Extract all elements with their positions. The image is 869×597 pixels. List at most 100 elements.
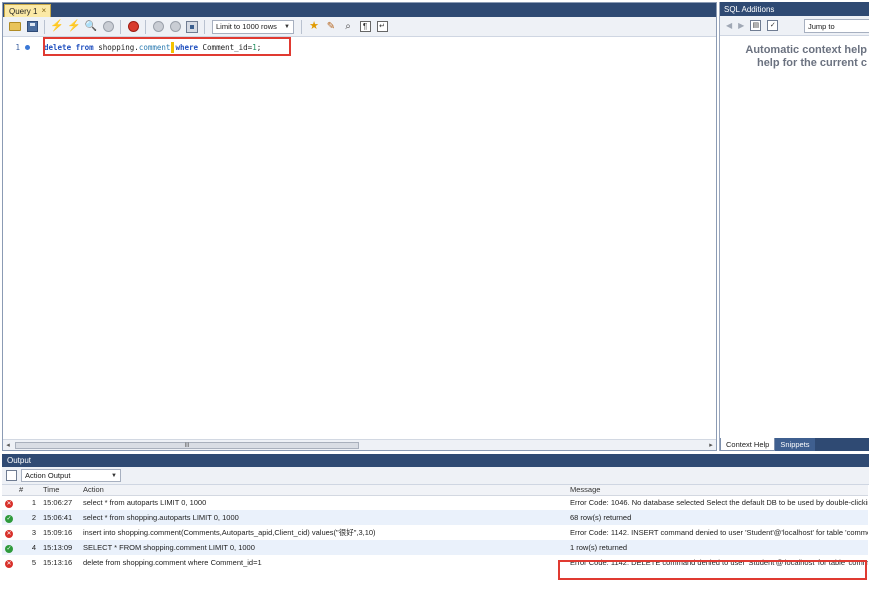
row-number: 3	[31, 528, 36, 537]
toolbar-separator	[44, 19, 45, 34]
stop-icon	[102, 21, 114, 32]
limit-rows-value: Limit to 1000 rows	[216, 22, 277, 31]
table-header-row: # Time Action Message	[2, 485, 868, 496]
table-row[interactable]: ✕ 3 15:09:16 insert into shopping.commen…	[2, 525, 868, 540]
scroll-left-icon[interactable]: ◂	[3, 441, 13, 449]
line-number: 1	[15, 42, 20, 52]
table-row[interactable]: ✓ 2 15:06:41 select * from shopping.auto…	[2, 510, 868, 525]
lightning-cursor-icon: ⚡	[67, 20, 81, 32]
column-header-status	[2, 485, 16, 496]
output-pane: Output Action Output ▼ # Time Action Mes…	[2, 454, 869, 597]
help-text-line-2: help for the current c	[756, 57, 867, 69]
rollback-icon	[169, 21, 181, 32]
editor-horizontal-scrollbar[interactable]: ◂ III ▸	[3, 439, 716, 450]
error-message-highlight-box	[558, 560, 867, 580]
autocommit-icon	[186, 20, 198, 33]
tab-query-1-label: Query 1	[9, 6, 38, 16]
stop-button[interactable]	[100, 19, 116, 35]
output-type-value: Action Output	[25, 471, 71, 480]
row-action: select * from autoparts LIMIT 0, 1000	[83, 498, 207, 508]
save-icon	[26, 21, 38, 32]
sql-additions-toolbar: ◀ ▶ ▤ ✓ Jump to	[720, 16, 869, 36]
column-header-message[interactable]: Message	[567, 485, 868, 496]
search-icon: ⌕	[345, 20, 351, 32]
action-output-table: # Time Action Message ✕ 1 15:06:27 selec…	[2, 485, 868, 570]
output-title: Output	[2, 454, 869, 467]
autocommit-toggle[interactable]	[184, 19, 200, 35]
row-message: 1 row(s) returned	[567, 540, 868, 555]
column-header-time[interactable]: Time	[40, 485, 80, 496]
magnifier-bolt-icon: 🔍	[84, 20, 98, 32]
row-number: 5	[31, 558, 36, 567]
tab-close-icon[interactable]: ×	[41, 7, 46, 15]
limit-rows-select[interactable]: Limit to 1000 rows ▼	[212, 19, 294, 34]
auto-help-icon[interactable]: ✓	[767, 20, 779, 31]
editor-toolbar: ⚡ ⚡ 🔍 Limit to 1000 rows ▼ ★ ✎ ⌕ ¶ ↵	[3, 17, 716, 37]
jump-to-select[interactable]: Jump to	[804, 19, 869, 33]
execute-all-button[interactable]: ⚡	[49, 19, 65, 35]
help-text-line-1: Automatic context help	[745, 44, 867, 56]
row-action: delete from shopping.comment where Comme…	[83, 558, 262, 567]
error-status-icon: ✕	[5, 529, 13, 538]
scrollbar-thumb[interactable]: III	[15, 442, 359, 449]
word-wrap-button[interactable]: ↵	[374, 19, 390, 35]
rollback-button[interactable]	[167, 19, 183, 35]
chevron-down-icon: ▼	[111, 472, 117, 479]
tab-snippets[interactable]: Snippets	[775, 438, 815, 451]
folder-icon	[9, 22, 21, 31]
tab-context-help[interactable]: Context Help	[720, 438, 776, 451]
lightning-icon: ⚡	[50, 20, 64, 32]
output-type-select[interactable]: Action Output ▼	[21, 469, 121, 482]
add-snippet-button[interactable]: ★	[306, 19, 322, 35]
error-status-icon: ✕	[5, 559, 13, 568]
star-icon: ★	[309, 20, 319, 32]
back-arrow-icon[interactable]: ◀	[726, 21, 732, 30]
table-row[interactable]: ✓ 4 15:13:09 SELECT * FROM shopping.comm…	[2, 540, 868, 555]
toolbar-separator	[145, 19, 146, 34]
row-message: Error Code: 1142. INSERT command denied …	[570, 528, 868, 537]
row-time: 15:13:09	[40, 540, 80, 555]
context-help-message: Automatic context help help for the curr…	[727, 44, 867, 70]
row-message: 68 row(s) returned	[567, 510, 868, 525]
row-time: 15:09:16	[43, 528, 73, 537]
open-script-button[interactable]	[7, 19, 23, 35]
sql-additions-pane: SQL Additions ◀ ▶ ▤ ✓ Jump to Automatic …	[719, 2, 869, 451]
explain-button[interactable]: 🔍	[83, 19, 99, 35]
success-status-icon: ✓	[5, 514, 13, 523]
row-time: 15:06:27	[43, 498, 73, 508]
row-action: select * from shopping.autoparts LIMIT 0…	[80, 510, 567, 525]
row-action: SELECT * FROM shopping.comment LIMIT 0, …	[80, 540, 567, 555]
commit-button[interactable]	[150, 19, 166, 35]
statement-marker-icon	[25, 44, 30, 50]
editor-tab-strip: Query 1 ×	[3, 3, 716, 17]
manual-help-icon[interactable]: ▤	[750, 20, 762, 31]
column-header-number[interactable]: #	[16, 485, 40, 496]
toolbar-separator	[301, 19, 302, 34]
find-button[interactable]: ⌕	[340, 19, 356, 35]
commit-icon	[152, 21, 164, 32]
stop-on-error-button[interactable]	[125, 19, 141, 35]
tab-query-1[interactable]: Query 1 ×	[4, 4, 52, 17]
scroll-right-icon[interactable]: ▸	[706, 441, 716, 449]
table-row[interactable]: ✕ 1 15:06:27 select * from autoparts LIM…	[2, 495, 868, 510]
row-number: 2	[16, 510, 40, 525]
execute-current-button[interactable]: ⚡	[66, 19, 82, 35]
query-editor-pane: Query 1 × ⚡ ⚡ 🔍 Limit to 1000 rows ▼ ★ ✎…	[2, 2, 717, 451]
row-time: 15:13:16	[43, 558, 73, 567]
column-header-action[interactable]: Action	[80, 485, 567, 496]
chevron-down-icon: ▼	[284, 23, 290, 30]
success-status-icon: ✓	[5, 544, 13, 553]
sql-additions-tabs: Context Help Snippets	[720, 438, 869, 451]
invisible-chars-button[interactable]: ¶	[357, 19, 373, 35]
sql-code-area[interactable]: 1 delete from shopping. comment where Comm…	[3, 37, 716, 439]
toolbar-separator	[120, 19, 121, 34]
row-message: Error Code: 1046. No database selected S…	[570, 498, 868, 508]
save-script-button[interactable]	[24, 19, 40, 35]
forward-arrow-icon[interactable]: ▶	[738, 21, 744, 30]
copy-output-icon[interactable]	[6, 470, 17, 481]
beautify-button[interactable]: ✎	[323, 19, 339, 35]
stop-on-error-icon	[127, 21, 139, 32]
scrollbar-grip: III	[184, 442, 190, 449]
error-status-icon: ✕	[5, 499, 13, 508]
row-number: 1	[31, 498, 36, 508]
